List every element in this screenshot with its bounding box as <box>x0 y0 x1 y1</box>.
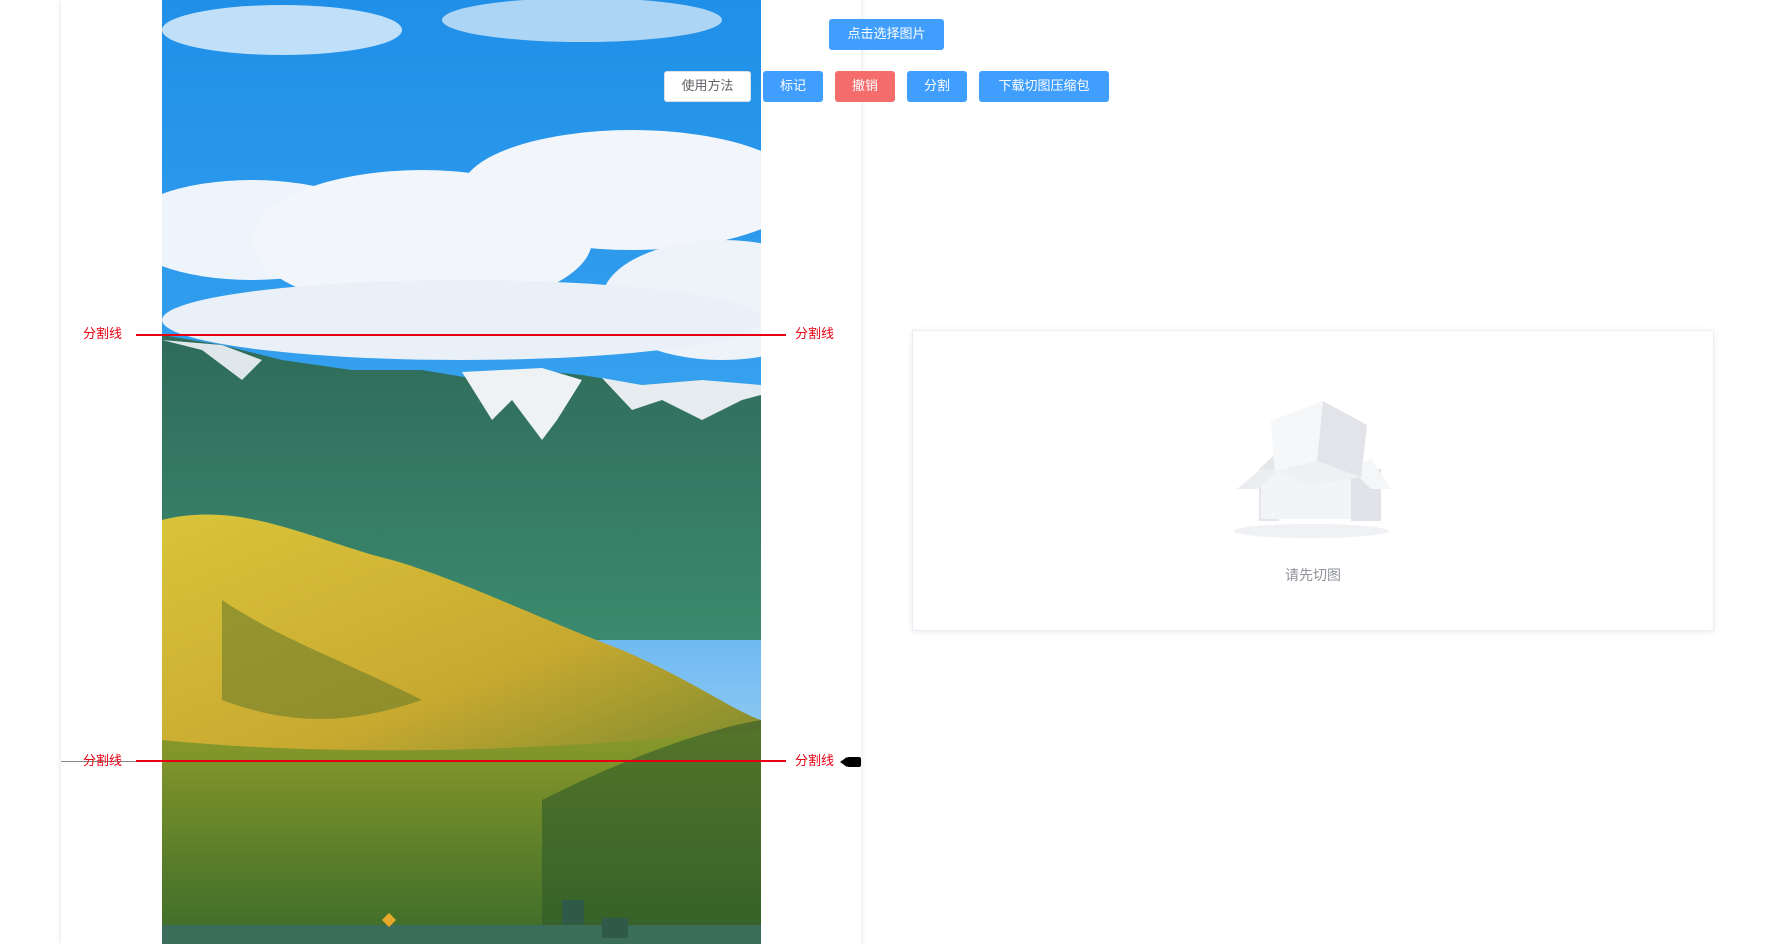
empty-box-icon <box>1231 381 1391 541</box>
split-line-right-label: 分割线 <box>795 754 835 769</box>
split-line[interactable] <box>136 760 786 762</box>
landscape-image[interactable] <box>162 0 761 944</box>
empty-text: 请先切图 <box>1285 568 1341 584</box>
undo-button[interactable]: 撤销 <box>835 71 895 102</box>
select-image-button[interactable]: 点击选择图片 <box>829 19 944 50</box>
drag-handle[interactable] <box>846 757 861 767</box>
split-line-left-label: 分割线 <box>83 327 123 342</box>
split-button[interactable]: 分割 <box>907 71 967 102</box>
split-line-left-label: 分割线 <box>83 754 123 769</box>
download-zip-button[interactable]: 下载切图压缩包 <box>979 71 1109 102</box>
usage-button[interactable]: 使用方法 <box>664 71 751 102</box>
split-line[interactable] <box>136 334 786 336</box>
preview-card: 请先切图 <box>912 330 1714 631</box>
split-line-right-label: 分割线 <box>795 327 835 342</box>
mark-button[interactable]: 标记 <box>763 71 823 102</box>
